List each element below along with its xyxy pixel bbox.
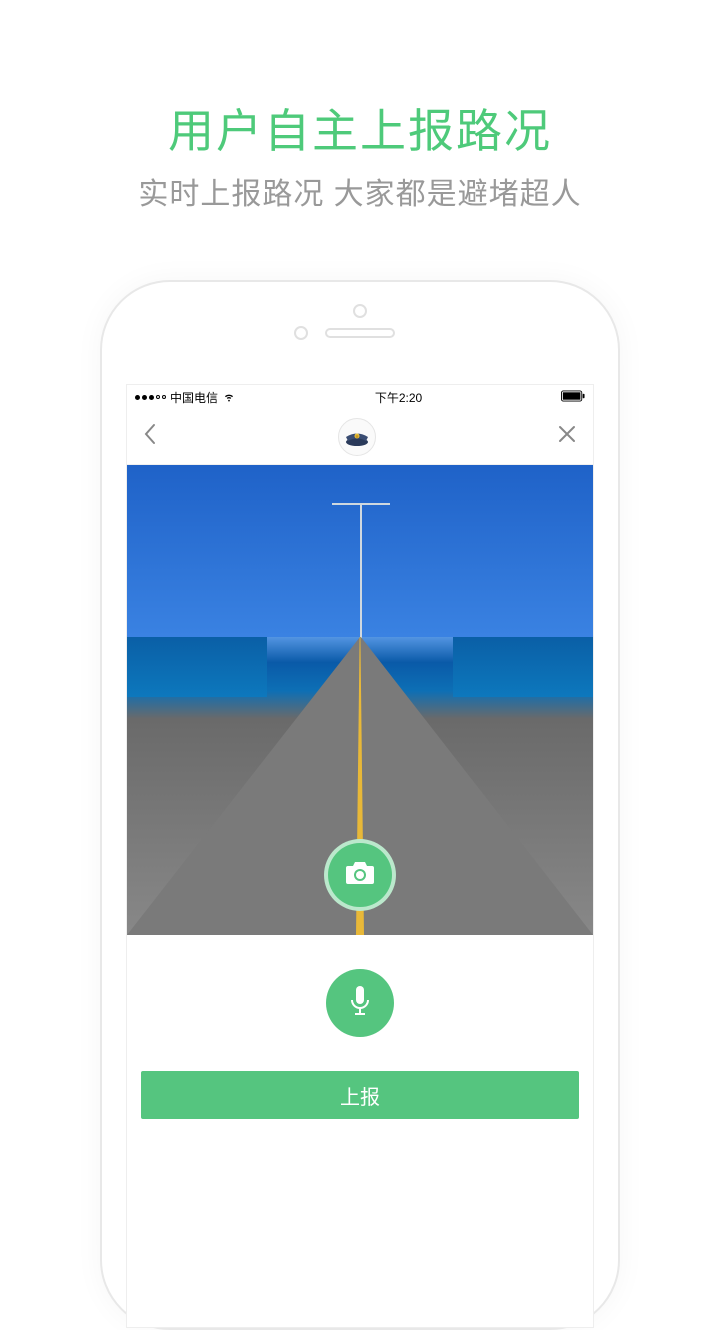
phone-speaker — [325, 328, 395, 338]
marketing-subtitle: 实时上报路况 大家都是避堵超人 — [0, 169, 720, 213]
photo-sea-right — [453, 637, 593, 697]
voice-record-button[interactable] — [326, 969, 394, 1037]
app-header — [127, 409, 593, 465]
phone-screen: 中国电信 下午2:20 — [126, 384, 594, 1328]
police-cap-icon — [338, 418, 376, 456]
status-left: 中国电信 — [135, 389, 236, 406]
marketing-header: 用户自主上报路况 实时上报路况 大家都是避堵超人 — [0, 0, 720, 213]
submit-button[interactable]: 上报 — [141, 1071, 579, 1119]
close-button[interactable] — [557, 424, 577, 449]
photo-preview — [127, 465, 593, 935]
phone-sensor — [353, 304, 367, 318]
phone-mockup-frame: 中国电信 下午2:20 — [100, 280, 620, 1330]
status-time: 下午2:20 — [375, 389, 422, 406]
marketing-title: 用户自主上报路况 — [0, 95, 720, 161]
battery-icon — [561, 390, 585, 405]
controls-area: 上报 — [127, 935, 593, 1119]
wifi-icon — [222, 389, 236, 406]
phone-front-camera — [294, 326, 308, 340]
camera-icon — [344, 860, 376, 891]
back-button[interactable] — [143, 423, 157, 450]
photo-lightpole — [360, 503, 362, 639]
submit-button-label: 上报 — [340, 1081, 380, 1110]
signal-strength-icon — [135, 395, 166, 400]
carrier-label: 中国电信 — [170, 389, 218, 406]
capture-photo-button[interactable] — [324, 839, 396, 911]
microphone-icon — [348, 984, 372, 1023]
status-bar: 中国电信 下午2:20 — [127, 385, 593, 409]
photo-sea-left — [127, 637, 267, 697]
